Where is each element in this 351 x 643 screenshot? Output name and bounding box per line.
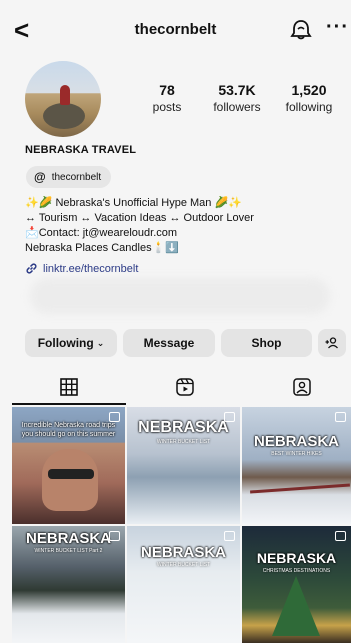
stat-following-value: 1,520	[291, 82, 327, 98]
post-tile[interactable]: NEBRASKA WINTER BUCKET LIST Part 2	[12, 526, 125, 643]
active-tab-indicator	[12, 403, 126, 405]
bio: ✨🌽 Nebraska's Unofficial Hype Man 🌽✨ ↔ T…	[25, 196, 335, 256]
reel-icon	[335, 531, 346, 541]
stat-followers[interactable]: 53.7K followers	[202, 82, 272, 114]
sunglasses-shape	[48, 469, 94, 479]
post-tile-title: NEBRASKA	[140, 544, 226, 561]
bio-line: Nebraska Places Candles🕯️⬇️	[25, 242, 179, 254]
threads-badge[interactable]: @ thecornbelt	[26, 166, 112, 188]
redacted-area	[30, 278, 330, 314]
post-tile-title: NEBRASKA	[253, 433, 339, 450]
bio-line: 📩Contact: jt@weareloudr.com	[25, 227, 178, 239]
profile-tabs	[0, 373, 351, 405]
link-icon	[26, 263, 37, 274]
reel-icon	[224, 531, 235, 541]
reel-icon	[109, 412, 120, 422]
post-tile-subtitle: CHRISTMAS DESTINATIONS	[262, 568, 331, 574]
following-button[interactable]: Following ⌄	[25, 329, 117, 357]
christmas-tree-shape	[272, 576, 320, 636]
stat-followers-value: 53.7K	[218, 82, 256, 98]
profile-link-text: linktr.ee/thecornbelt	[43, 262, 139, 275]
shop-button[interactable]: Shop	[221, 329, 312, 357]
add-person-button[interactable]	[318, 329, 346, 357]
bio-line: ↔ Tourism ↔ Vacation Ideas ↔ Outdoor Lov…	[25, 212, 254, 224]
avatar[interactable]	[25, 61, 101, 137]
post-tile-title: NEBRASKA	[256, 550, 337, 566]
avatar-person-shape	[60, 85, 70, 105]
top-bar: < thecornbelt ···	[0, 0, 351, 60]
profile-link[interactable]: linktr.ee/thecornbelt	[25, 262, 138, 275]
stat-posts-label: posts	[152, 100, 182, 114]
post-tile[interactable]: NEBRASKA CHRISTMAS DESTINATIONS	[242, 526, 351, 643]
stat-followers-label: followers	[213, 100, 261, 114]
post-tile[interactable]: Incredible Nebraska road trips you shoul…	[12, 407, 125, 524]
add-person-icon	[325, 337, 338, 349]
grid-icon[interactable]	[59, 377, 79, 397]
post-tile-subtitle: WINTER BUCKET LIST	[156, 439, 211, 445]
notification-bell-icon[interactable]	[290, 18, 312, 42]
post-tile-subtitle: WINTER BUCKET LIST	[156, 562, 211, 568]
message-button[interactable]: Message	[123, 329, 215, 357]
avatar-bale-shape	[43, 103, 85, 129]
stat-posts[interactable]: 78 posts	[132, 82, 202, 114]
stat-posts-value: 78	[159, 82, 175, 98]
post-tile-subtitle: BEST WINTER HIKES	[271, 451, 322, 457]
post-grid: Incredible Nebraska road trips you shoul…	[12, 407, 351, 643]
post-tile[interactable]: NEBRASKA BEST WINTER HIKES	[242, 407, 351, 524]
bio-line: ✨🌽 Nebraska's Unofficial Hype Man 🌽✨	[25, 197, 242, 209]
post-tile-face-shape	[42, 449, 98, 511]
following-button-label: Following	[37, 336, 94, 350]
post-tile-subtitle: WINTER BUCKET LIST Part 2	[34, 548, 103, 554]
post-tile-title: Incredible Nebraska road trips you shoul…	[21, 422, 116, 438]
stat-following[interactable]: 1,520 following	[274, 82, 344, 114]
more-dots-icon[interactable]: ···	[326, 16, 349, 39]
stat-following-label: following	[285, 100, 333, 114]
display-name: NEBRASKA TRAVEL	[25, 144, 137, 156]
reel-icon	[109, 531, 120, 541]
threads-handle: thecornbelt	[51, 171, 102, 183]
reel-icon	[335, 412, 346, 422]
bridge-shape	[250, 483, 350, 494]
post-tile[interactable]: NEBRASKA WINTER BUCKET LIST	[127, 407, 240, 524]
post-tile-title: NEBRASKA	[138, 419, 229, 436]
reels-icon[interactable]	[175, 377, 195, 397]
reel-icon	[224, 412, 235, 422]
tagged-icon[interactable]	[292, 377, 312, 397]
chevron-down-icon: ⌄	[96, 337, 105, 348]
threads-icon: @	[34, 170, 46, 184]
post-tile[interactable]: NEBRASKA WINTER BUCKET LIST	[127, 526, 240, 643]
